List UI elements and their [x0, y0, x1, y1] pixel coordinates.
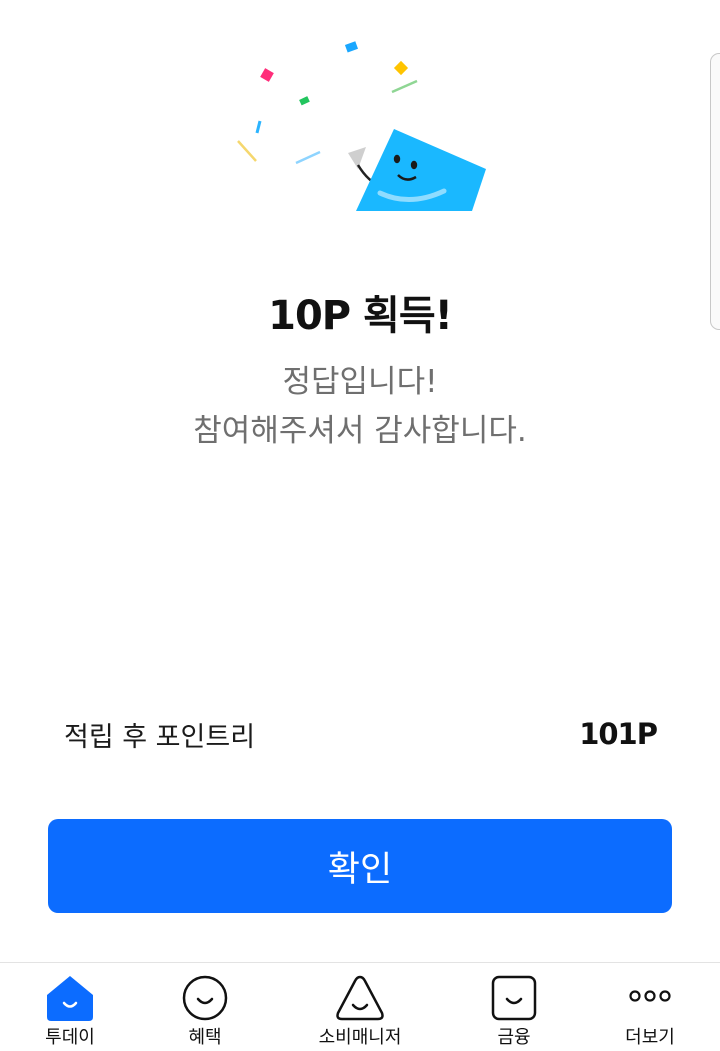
tab-more[interactable]: 더보기: [580, 963, 720, 1051]
bottom-tab-bar: 투데이 혜택 소비매니저 금융 더보기: [0, 962, 720, 1051]
points-summary: 적립 후 포인트리 101P: [64, 712, 658, 756]
tab-today-label: 투데이: [45, 1027, 95, 1048]
tab-spending-manager-label: 소비매니저: [318, 1027, 402, 1048]
tab-more-label: 더보기: [625, 1027, 675, 1048]
celebration-illustration: [230, 35, 500, 215]
tab-finance[interactable]: 금융: [444, 963, 584, 1051]
tab-today[interactable]: 투데이: [0, 963, 140, 1051]
circle-face-icon: [182, 975, 228, 1021]
confetti-mascot-icon: [237, 41, 486, 211]
tab-spending-manager[interactable]: 소비매니저: [290, 963, 430, 1051]
tab-benefits-label: 혜택: [188, 1027, 222, 1048]
home-face-icon: [47, 976, 93, 1021]
reward-title: 10P 획득!: [268, 293, 453, 339]
square-face-icon: [491, 975, 537, 1021]
side-scroll-handle[interactable]: [710, 53, 720, 330]
tab-finance-label: 금융: [497, 1027, 531, 1048]
confirm-button[interactable]: 확인: [48, 819, 672, 913]
points-value: 101P: [579, 717, 658, 751]
tab-benefits[interactable]: 혜택: [135, 963, 275, 1051]
points-label: 적립 후 포인트리: [64, 721, 256, 753]
more-dots-icon: [629, 990, 671, 1002]
message-line-1: 정답입니다!: [282, 364, 438, 400]
result-message: 정답입니다! 참여해주셔서 감사합니다.: [0, 358, 720, 456]
message-line-2: 참여해주셔서 감사합니다.: [193, 413, 527, 449]
triangle-face-icon: [336, 975, 384, 1021]
